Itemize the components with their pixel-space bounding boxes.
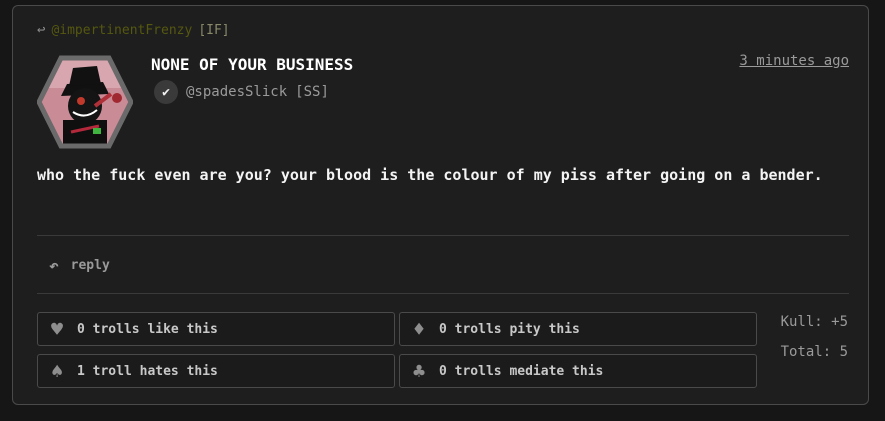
diamond-icon: ♦ xyxy=(412,317,426,341)
reply-icon: ↶ xyxy=(49,256,59,275)
reaction-pity-button[interactable]: ♦ 0 trolls pity this xyxy=(399,312,757,346)
reply-context[interactable]: ↩ @impertinentFrenzy [IF] xyxy=(37,22,230,38)
divider xyxy=(37,293,849,294)
post-body: who the fuck even are you? your blood is… xyxy=(37,166,823,184)
reply-to-tag: [IF] xyxy=(198,22,230,38)
divider xyxy=(37,235,849,236)
reaction-label: 1 troll hates this xyxy=(77,363,218,379)
reply-to-handle[interactable]: @impertinentFrenzy xyxy=(51,23,192,38)
kull-score: Kull: +5 xyxy=(780,314,848,330)
total-score: Total: 5 xyxy=(780,344,848,360)
reply-arrow-icon: ↩ xyxy=(37,22,46,38)
spade-icon: ♠ xyxy=(50,359,64,383)
author-tag: [SS] xyxy=(295,84,329,100)
reply-button[interactable]: ↶ reply xyxy=(49,256,110,275)
verified-check-icon: ✔ xyxy=(154,80,178,104)
author-name[interactable]: NONE OF YOUR BUSINESS xyxy=(151,55,353,74)
post-card: ↩ @impertinentFrenzy [IF] NONE OF YOUR B… xyxy=(12,5,869,405)
reaction-label: 0 trolls mediate this xyxy=(439,363,604,379)
author-handle-row: ✔ @spadesSlick [SS] xyxy=(154,80,329,104)
reaction-label: 0 trolls pity this xyxy=(439,321,580,337)
reaction-hate-button[interactable]: ♠ 1 troll hates this xyxy=(37,354,395,388)
reply-label: reply xyxy=(70,258,110,273)
post-timestamp[interactable]: 3 minutes ago xyxy=(739,53,849,69)
author-handle[interactable]: @spadesSlick xyxy=(186,84,287,100)
reaction-like-button[interactable]: ♥ 0 trolls like this xyxy=(37,312,395,346)
avatar[interactable] xyxy=(37,54,133,150)
club-icon: ♣ xyxy=(412,359,426,383)
reaction-label: 0 trolls like this xyxy=(77,321,218,337)
heart-icon: ♥ xyxy=(50,317,64,341)
reaction-mediate-button[interactable]: ♣ 0 trolls mediate this xyxy=(399,354,757,388)
